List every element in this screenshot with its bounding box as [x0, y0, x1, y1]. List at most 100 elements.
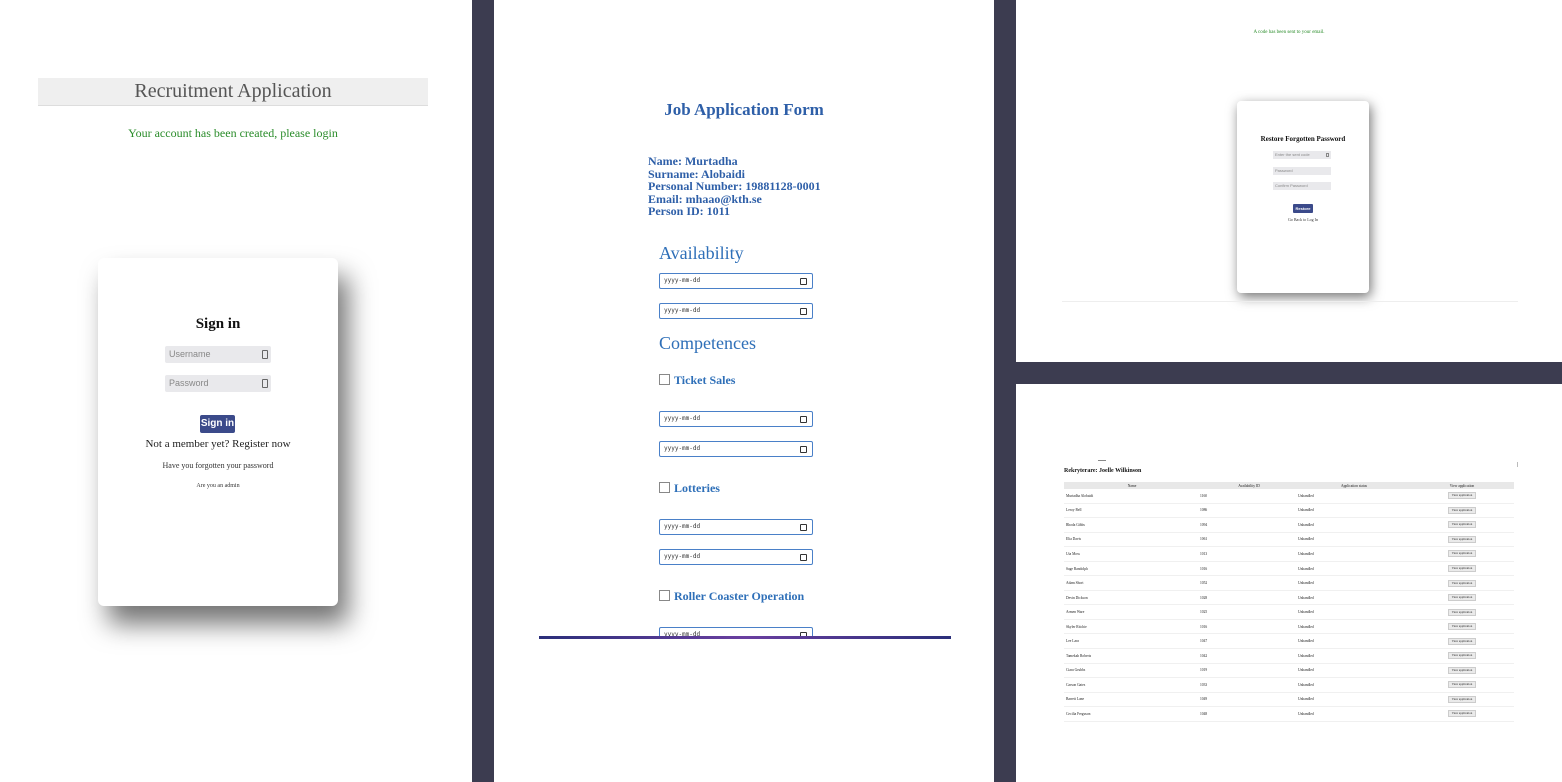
table-row: Cecilia Ferguson 1048 Unhandled View applic… — [1064, 706, 1514, 722]
table-row: Leroy Bell 1086 Unhandled View application — [1064, 503, 1514, 519]
view-application-button[interactable]: View application — [1447, 710, 1477, 718]
view-application-button[interactable]: View application — [1447, 521, 1477, 529]
table-row: Elia Davis 1061 Unhandled View application — [1064, 532, 1514, 548]
blank-area — [539, 639, 951, 782]
password-manager-icon[interactable] — [262, 350, 268, 359]
column-header: Availability ID — [1200, 482, 1298, 489]
applicant-name-cell: Murtadha Alobaidi — [1064, 489, 1200, 504]
username-placeholder: Username — [169, 349, 211, 359]
application-status-cell: Unhandled — [1298, 575, 1410, 591]
view-application-button[interactable]: View application — [1447, 535, 1477, 543]
signin-button[interactable]: Sign in — [200, 415, 235, 433]
date-placeholder: yyyy-mm-dd — [664, 277, 701, 284]
view-cell: View application — [1410, 590, 1514, 606]
applicant-personal-number: Personal Number: 19881128-0001 — [648, 179, 821, 193]
account-created-message: Your account has been created, please lo… — [128, 126, 338, 140]
table-row: Carson Gates 1033 Unhandled View applicatio… — [1064, 677, 1514, 693]
view-cell: View application — [1410, 677, 1514, 693]
username-input[interactable]: Username — [165, 346, 271, 363]
table-row: Ciara Grubbs 1019 Unhandled View applicatio… — [1064, 663, 1514, 679]
divider — [1062, 301, 1518, 302]
competence-date-input[interactable]: yyyy-mm-dd — [659, 411, 813, 427]
checkbox[interactable] — [659, 482, 670, 493]
applications-table-body: Murtadha Alobaidi 1160 Unhandled View appli… — [1064, 489, 1514, 722]
table-row: Armen Ware 1025 Unhandled View application — [1064, 604, 1514, 620]
application-status-cell: Unhandled — [1298, 503, 1410, 519]
applicant-name-cell: Devin Dickson — [1064, 590, 1200, 606]
register-link[interactable]: Not a member yet? Register now — [98, 438, 338, 450]
competence-date-input[interactable]: yyyy-mm-dd — [659, 441, 813, 457]
availability-id-cell: 1013 — [1200, 546, 1298, 562]
code-placeholder: Enter the sent code — [1275, 152, 1310, 157]
calendar-icon[interactable] — [800, 308, 807, 315]
date-placeholder: yyyy-mm-dd — [664, 445, 701, 452]
view-cell: View application — [1410, 648, 1514, 664]
restore-password-screen: A code has been sent to your email. Rest… — [1016, 0, 1562, 362]
view-cell: View application — [1410, 692, 1514, 708]
new-password-input[interactable]: Password — [1273, 167, 1331, 175]
password-input[interactable]: Password — [165, 375, 271, 392]
competence-lotteries[interactable]: Lotteries — [659, 481, 720, 496]
competences-heading: Competences — [659, 333, 756, 353]
application-status-cell: Unhandled — [1298, 706, 1410, 722]
table-row: Devin Dickson 1028 Unhandled View applicati… — [1064, 590, 1514, 606]
calendar-icon[interactable] — [800, 416, 807, 423]
view-application-button[interactable]: View application — [1447, 550, 1477, 558]
password-manager-icon[interactable] — [262, 379, 268, 388]
availability-id-cell: 1052 — [1200, 575, 1298, 591]
view-application-button[interactable]: View application — [1447, 492, 1477, 500]
view-application-button[interactable]: View application — [1447, 608, 1477, 616]
restore-button[interactable]: Restore — [1293, 204, 1313, 213]
password-manager-icon[interactable] — [1326, 153, 1329, 157]
calendar-icon[interactable] — [800, 524, 807, 531]
view-cell: View application — [1410, 706, 1514, 722]
header-mark — [1517, 462, 1518, 467]
competence-label: Roller Coaster Operation — [674, 589, 805, 603]
signin-screen: Recruitment Application Your account has… — [0, 0, 472, 782]
application-status-cell: Unhandled — [1298, 561, 1410, 577]
view-cell: View application — [1410, 517, 1514, 533]
code-input[interactable]: Enter the sent code — [1273, 151, 1331, 159]
calendar-icon[interactable] — [800, 554, 807, 561]
password-placeholder: Password — [1275, 168, 1293, 173]
table-row: Adam Short 1052 Unhandled View application — [1064, 575, 1514, 591]
admin-link[interactable]: Are you an admin — [98, 483, 338, 489]
availability-id-cell: 1016 — [1200, 619, 1298, 635]
view-application-button[interactable]: View application — [1447, 666, 1477, 674]
calendar-icon[interactable] — [800, 446, 807, 453]
view-application-button[interactable]: View application — [1447, 637, 1477, 645]
view-application-button[interactable]: View application — [1447, 652, 1477, 660]
checkbox[interactable] — [659, 590, 670, 601]
competence-date-input[interactable]: yyyy-mm-dd — [659, 519, 813, 535]
calendar-icon[interactable] — [800, 278, 807, 285]
application-status-cell: Unhandled — [1298, 532, 1410, 548]
view-application-button[interactable]: View application — [1447, 695, 1477, 703]
applicant-name-cell: Carson Gates — [1064, 677, 1200, 693]
availability-id-cell: 1033 — [1200, 677, 1298, 693]
competence-label: Ticket Sales — [674, 373, 736, 387]
competence-ticket-sales[interactable]: Ticket Sales — [659, 373, 735, 388]
competence-date-input[interactable]: yyyy-mm-dd — [659, 549, 813, 565]
applicant-name-cell: Sage Randolph — [1064, 561, 1200, 577]
applicant-name-cell: Ciara Grubbs — [1064, 663, 1200, 679]
availability-to-date[interactable]: yyyy-mm-dd — [659, 303, 813, 319]
table-row: Barrett Lane 1049 Unhandled View applicatio… — [1064, 692, 1514, 708]
view-application-button[interactable]: View application — [1447, 579, 1477, 587]
applicant-name-cell: Leroy Bell — [1064, 503, 1200, 519]
view-application-button[interactable]: View application — [1447, 594, 1477, 602]
view-cell: View application — [1410, 619, 1514, 635]
confirm-password-input[interactable]: Confirm Password — [1273, 182, 1331, 190]
forgot-password-link[interactable]: Have you forgotten your password — [98, 461, 338, 470]
view-application-button[interactable]: View application — [1447, 565, 1477, 572]
applicant-person-id: Person ID: 1011 — [648, 204, 730, 218]
view-application-button[interactable]: View application — [1447, 623, 1477, 631]
view-cell: View application — [1410, 663, 1514, 679]
back-to-login-link[interactable]: Go Back to Log In — [1237, 217, 1369, 222]
applicant-info: Name: Murtadha Surname: Alobaidi Persona… — [648, 155, 821, 218]
view-application-button[interactable]: View application — [1447, 681, 1477, 689]
job-application-screen: Job Application Form Name: Murtadha Surn… — [494, 0, 994, 782]
checkbox[interactable] — [659, 374, 670, 385]
availability-from-date[interactable]: yyyy-mm-dd — [659, 273, 813, 289]
view-application-button[interactable]: View application — [1447, 506, 1477, 514]
competence-roller-coaster[interactable]: Roller Coaster Operation — [659, 589, 804, 604]
